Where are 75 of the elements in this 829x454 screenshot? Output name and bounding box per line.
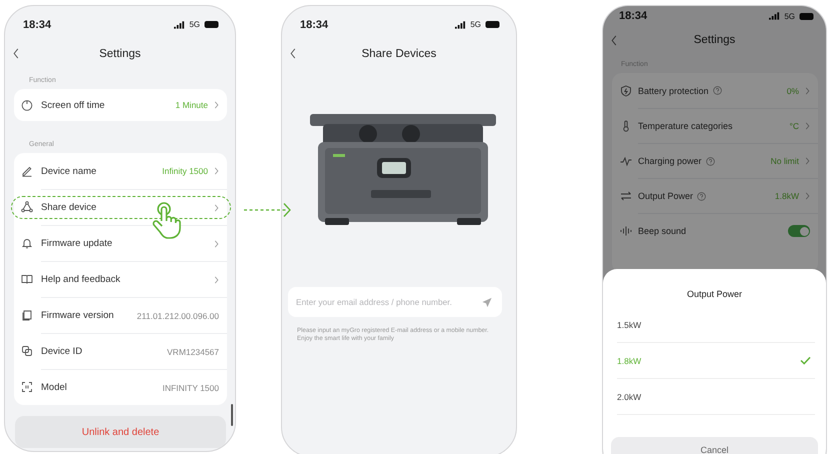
timer-icon bbox=[21, 99, 33, 111]
setting-value: 1.8kW bbox=[774, 191, 799, 201]
cancel-button[interactable]: Cancel bbox=[611, 437, 818, 454]
help-icon[interactable] bbox=[697, 192, 706, 200]
chevron-icon[interactable] bbox=[805, 192, 810, 200]
network-label: 5G bbox=[784, 12, 795, 20]
setting-value: INFINITY 1500 bbox=[162, 382, 219, 392]
setting-label[interactable]: Battery protection bbox=[638, 86, 709, 96]
back-icon[interactable] bbox=[290, 48, 296, 59]
chevron-icon[interactable] bbox=[214, 240, 219, 248]
copy-icon bbox=[21, 345, 33, 357]
network-label: 5G bbox=[189, 20, 200, 29]
pulse-icon bbox=[620, 154, 632, 166]
send-icon[interactable] bbox=[481, 297, 493, 308]
option-item[interactable]: 1.5kW bbox=[617, 307, 815, 343]
pencil-icon bbox=[21, 165, 33, 177]
status-time: 18:34 bbox=[23, 18, 52, 30]
setting-label[interactable]: Screen off time bbox=[41, 100, 172, 110]
check-icon bbox=[800, 356, 811, 365]
setting-label[interactable]: Firmware update bbox=[41, 238, 208, 249]
setting-label[interactable]: Output Power bbox=[638, 191, 694, 201]
share-icon bbox=[21, 201, 33, 213]
signal-icon bbox=[769, 12, 780, 20]
document-icon bbox=[21, 309, 33, 321]
battery-icon bbox=[485, 21, 500, 28]
help-icon[interactable] bbox=[706, 156, 715, 166]
hand-pointer-icon bbox=[151, 202, 181, 240]
setting-label[interactable]: Beep sound bbox=[638, 226, 686, 236]
setting-label[interactable]: Charging power bbox=[638, 156, 702, 166]
arrows-icon bbox=[620, 190, 632, 202]
sound-icon bbox=[620, 224, 632, 236]
setting-label[interactable]: Device ID bbox=[41, 346, 164, 357]
status-time: 18:34 bbox=[300, 18, 328, 30]
setting-value: 211.01.212.00.096.00 bbox=[136, 310, 219, 320]
setting-value: 0% bbox=[786, 86, 799, 96]
back-icon[interactable] bbox=[611, 35, 617, 46]
screen-title: Share Devices bbox=[362, 48, 436, 60]
scan-icon bbox=[21, 381, 33, 393]
screen-title: Settings bbox=[99, 48, 141, 60]
setting-value: °C bbox=[789, 121, 799, 131]
screen-title: Settings bbox=[694, 34, 736, 46]
status-time: 18:34 bbox=[619, 10, 648, 22]
input-field[interactable]: Enter your email address / phone number. bbox=[288, 287, 502, 317]
option-item[interactable]: 2.0kW bbox=[617, 379, 815, 415]
setting-value: 1 Minute bbox=[175, 100, 208, 110]
signal-icon bbox=[174, 20, 186, 28]
chevron-icon[interactable] bbox=[214, 101, 219, 109]
chevron-icon[interactable] bbox=[214, 204, 219, 212]
battery-icon bbox=[204, 21, 219, 28]
chevron-icon[interactable] bbox=[214, 276, 219, 284]
book-icon bbox=[21, 273, 33, 285]
bell-icon bbox=[21, 237, 33, 249]
setting-label[interactable]: Firmware version bbox=[41, 310, 133, 321]
scrollbar bbox=[231, 404, 233, 426]
setting-label[interactable]: Help and feedback bbox=[41, 274, 208, 285]
signal-icon bbox=[455, 20, 466, 28]
setting-label[interactable]: Share device bbox=[41, 202, 208, 213]
sheet-title: Output Power bbox=[686, 288, 744, 301]
shield-icon bbox=[620, 84, 632, 96]
chevron-icon[interactable] bbox=[214, 167, 219, 175]
help-icon[interactable] bbox=[712, 86, 722, 95]
chevron-icon[interactable] bbox=[805, 157, 810, 165]
chevron-icon[interactable] bbox=[805, 86, 810, 94]
network-label: 5G bbox=[470, 20, 481, 29]
setting-label[interactable]: Device name bbox=[41, 166, 158, 176]
setting-value: Infinity 1500 bbox=[162, 166, 208, 176]
dashed-arrow bbox=[243, 202, 291, 218]
chevron-icon[interactable] bbox=[805, 122, 810, 130]
toggle-switch[interactable] bbox=[788, 225, 810, 237]
setting-label[interactable]: Model bbox=[41, 382, 158, 393]
back-icon[interactable] bbox=[13, 48, 19, 59]
setting-value: No limit bbox=[770, 156, 799, 166]
battery-icon bbox=[799, 12, 814, 20]
setting-value: VRM1234567 bbox=[167, 346, 219, 356]
setting-label[interactable]: Temperature categories bbox=[638, 121, 733, 131]
